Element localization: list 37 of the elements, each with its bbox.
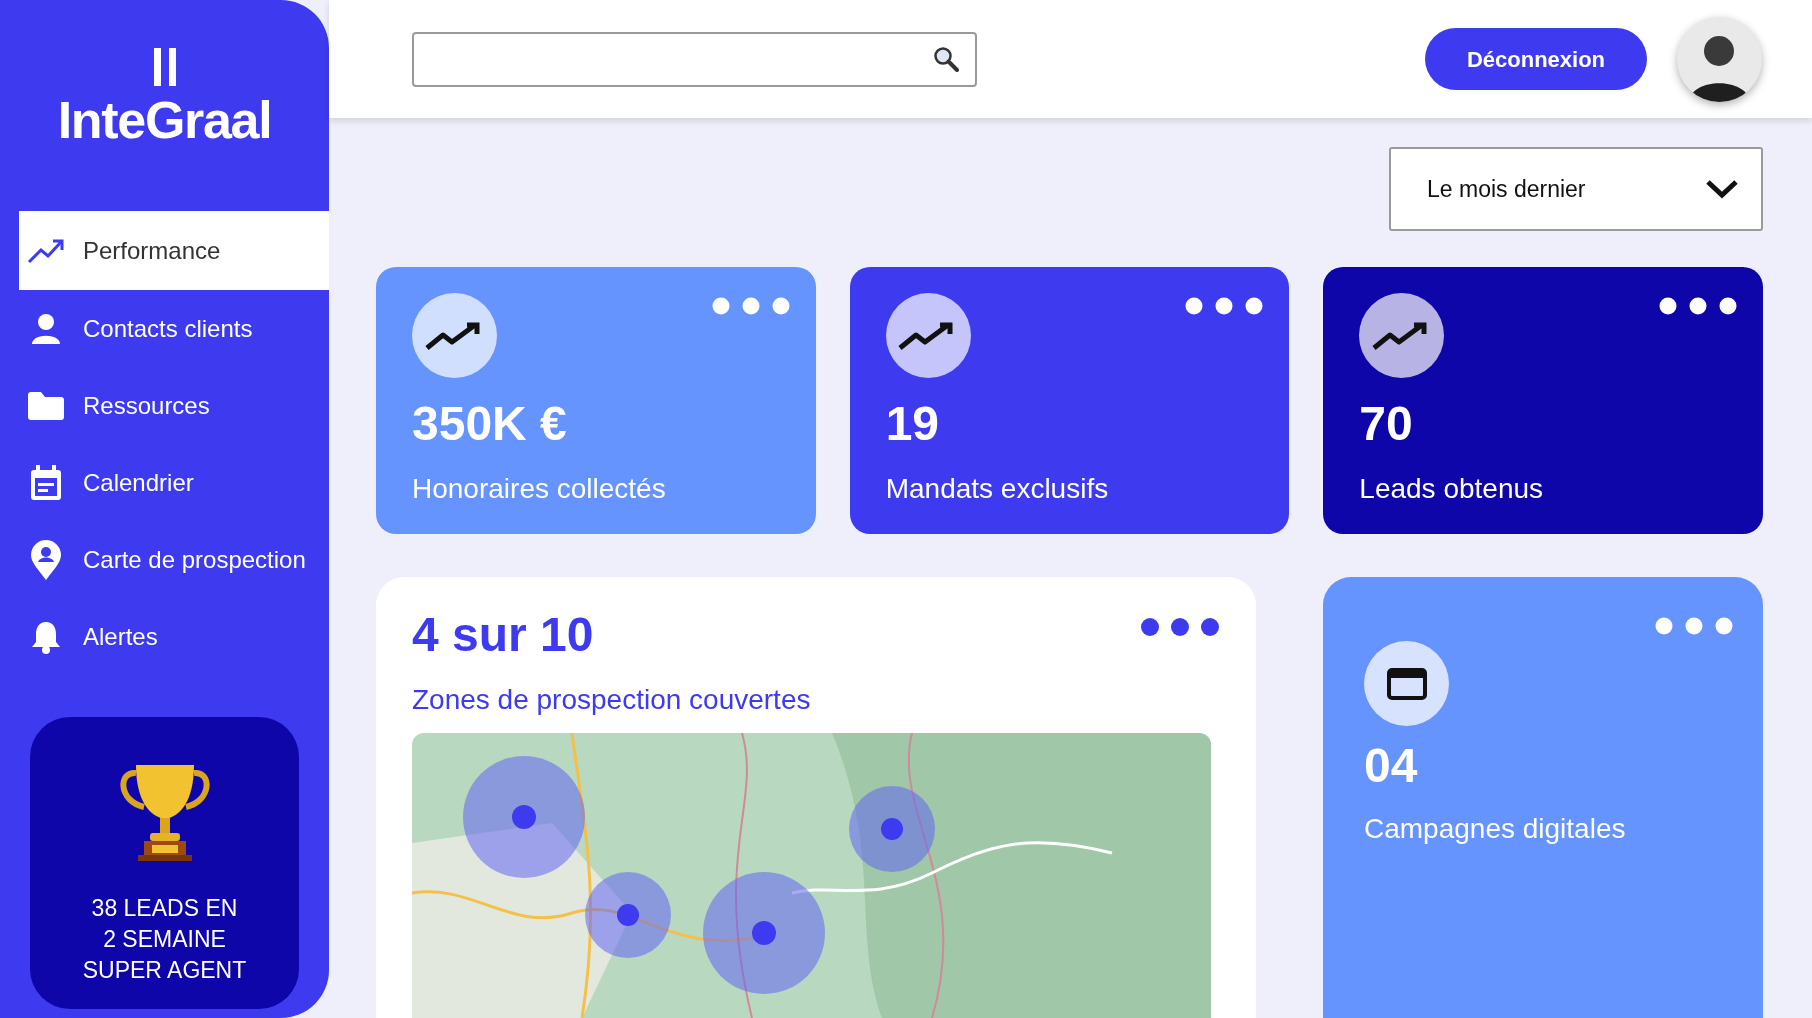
bell-icon — [31, 619, 61, 654]
chevron-down-icon — [1705, 178, 1739, 200]
nav-item[interactable]: Carte de prospection — [19, 521, 329, 598]
window-icon — [1386, 667, 1427, 700]
zones-label: Zones de prospection couvertes — [412, 683, 812, 717]
trend-icon — [27, 237, 65, 264]
logo-text: InteGraal — [57, 94, 272, 146]
stat-value: 19 — [885, 400, 941, 448]
logout-button[interactable]: Déconnexion — [1425, 28, 1647, 90]
nav-item[interactable]: Calendrier — [19, 444, 329, 521]
nav-item[interactable]: Contacts clients — [19, 290, 329, 367]
campaigns-value: 04 — [1364, 742, 1419, 790]
award-text: 38 LEADS EN — [91, 894, 238, 923]
nav-item[interactable]: Ressources — [19, 367, 329, 444]
search-icon[interactable] — [933, 46, 959, 72]
more-icon[interactable] — [1659, 297, 1737, 315]
logo-mark-icon — [153, 48, 176, 86]
campaigns-label: Campagnes digitales — [1364, 812, 1627, 846]
more-icon[interactable] — [1185, 297, 1264, 315]
stat-label: Honoraires collectés — [412, 472, 667, 506]
period-dropdown[interactable]: Le mois dernier — [1389, 147, 1763, 231]
award-text: 2 SEMAINE — [103, 925, 226, 954]
nav-item[interactable]: Alertes — [19, 598, 329, 675]
person-icon — [31, 312, 61, 345]
folder-icon — [28, 391, 64, 420]
stat-value: 350K € — [412, 400, 568, 448]
calendar-icon — [30, 464, 62, 501]
award-text: SUPER AGENT — [82, 956, 247, 985]
stat-label: Leads obtenus — [1359, 472, 1545, 506]
nav-item[interactable]: Performance — [19, 211, 329, 290]
stat-label: Mandats exclusifs — [885, 472, 1110, 506]
avatar[interactable] — [1677, 16, 1762, 102]
stat-value: 70 — [1359, 400, 1414, 448]
more-icon[interactable] — [1140, 617, 1220, 637]
location-pin-icon — [31, 539, 61, 580]
zones-value: 4 sur 10 — [412, 611, 594, 659]
search-field[interactable] — [412, 31, 977, 87]
